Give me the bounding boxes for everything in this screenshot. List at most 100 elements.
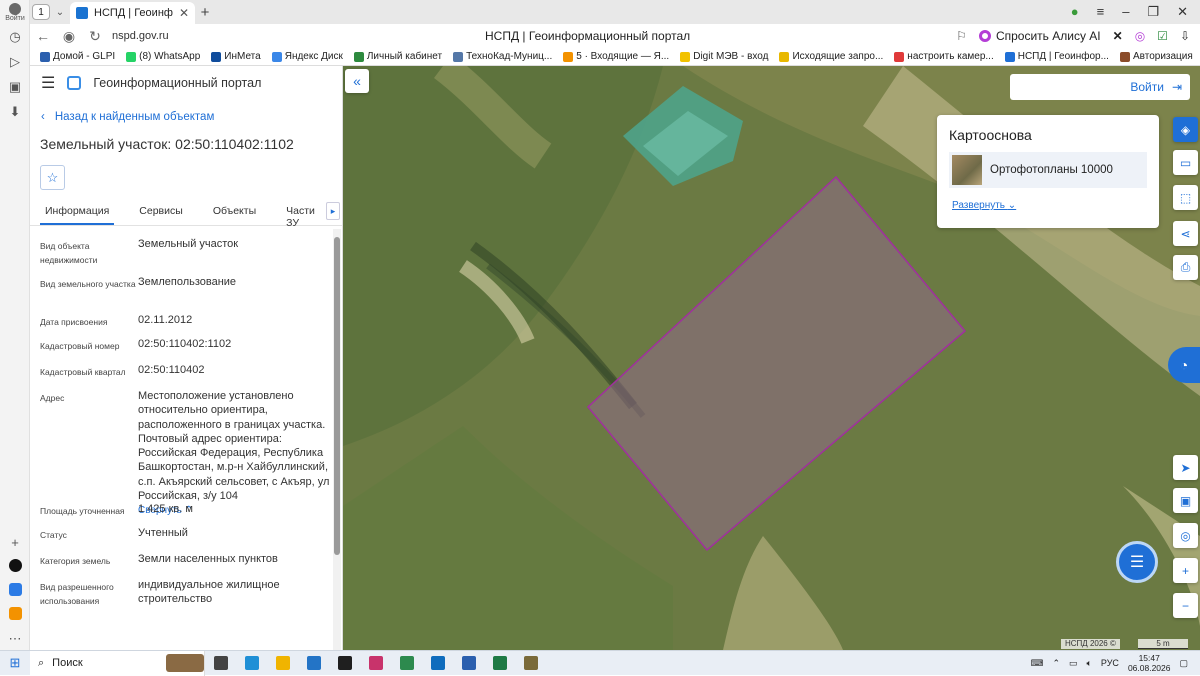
- taskbar-app-icon[interactable]: [453, 651, 484, 676]
- login-icon: ⇥: [1171, 80, 1182, 94]
- new-tab-button[interactable]: +: [195, 4, 215, 21]
- windows-start-icon[interactable]: ⊞: [0, 655, 30, 671]
- extension-x-icon[interactable]: ✕: [1113, 29, 1123, 43]
- login-button[interactable]: Войти ⇥: [1010, 74, 1190, 100]
- back-label: Назад к найденным объектам: [54, 111, 215, 123]
- back-arrow-icon[interactable]: ←: [30, 28, 56, 44]
- extension-circle-icon[interactable]: ◎: [1135, 29, 1145, 43]
- clock[interactable]: 15:47 06.08.2026: [1128, 653, 1171, 673]
- taskbar-app-icon[interactable]: [267, 651, 298, 676]
- tray-chevron-icon[interactable]: ⌃: [1052, 658, 1060, 669]
- keyboard-icon[interactable]: ⌨: [1030, 658, 1043, 669]
- taskbar-app-icon[interactable]: [515, 651, 546, 676]
- zoom-in-button[interactable]: +: [1173, 558, 1198, 583]
- nspd-favicon-icon: [76, 7, 88, 19]
- property-key: Площадь уточненная: [40, 506, 125, 516]
- properties-scrollbar[interactable]: [333, 229, 341, 650]
- collapse-panel-button[interactable]: «: [345, 69, 369, 93]
- tabs-scroll-right-button[interactable]: ▸: [326, 202, 340, 220]
- app-icon-dark[interactable]: [0, 553, 30, 578]
- taskbar-app-icon[interactable]: [236, 651, 267, 676]
- bookmark-item[interactable]: настроить камер...: [894, 51, 994, 62]
- print-tool-button[interactable]: ⎙: [1173, 255, 1198, 280]
- tab-3[interactable]: Части ЗУ: [281, 202, 320, 229]
- play-icon[interactable]: ▷: [0, 49, 30, 74]
- basemap-panel: Картооснова Ортофотопланы 10000 Разверну…: [937, 115, 1159, 228]
- tab-1[interactable]: Сервисы: [134, 202, 188, 225]
- bookmark-item[interactable]: 5 · Входящие — Я...: [563, 51, 669, 62]
- bookmark-item[interactable]: Личный кабинет: [353, 51, 442, 62]
- restore-icon[interactable]: ❐: [1147, 4, 1159, 20]
- add-icon[interactable]: +: [0, 530, 30, 555]
- ruler-tool-button[interactable]: ▭: [1173, 150, 1198, 175]
- bookmark-label: Яндекс Диск: [284, 51, 343, 62]
- speaker-icon[interactable]: 🔈︎: [1087, 658, 1092, 669]
- taskbar-app-icon[interactable]: [360, 651, 391, 676]
- extension-check-icon[interactable]: ☑: [1157, 29, 1168, 43]
- favorite-button[interactable]: ☆: [40, 165, 65, 190]
- tab-0[interactable]: Информация: [40, 202, 115, 225]
- network-icon[interactable]: ▭: [1069, 658, 1078, 669]
- bookmark-icon[interactable]: ⚐: [956, 29, 967, 43]
- zoom-out-button[interactable]: −: [1173, 593, 1198, 618]
- minimize-icon[interactable]: –: [1122, 4, 1129, 20]
- taskbar-app-icon[interactable]: [329, 651, 360, 676]
- scroll-thumb[interactable]: [334, 237, 340, 555]
- bookmark-item[interactable]: Digit МЭВ - вход: [680, 51, 768, 62]
- map-view[interactable]: « Войти ⇥ Картооснова Ортофотопланы 1000…: [343, 66, 1200, 650]
- profile-button[interactable]: Войти: [0, 0, 30, 24]
- bookmark-item[interactable]: Авторизация: [1119, 51, 1193, 62]
- my-location-button[interactable]: ➤: [1173, 455, 1198, 480]
- menu-icon[interactable]: ☰: [41, 73, 55, 93]
- more-icon[interactable]: ⋯: [0, 626, 30, 651]
- bookmark-item[interactable]: НСПД | Геоинфор...: [1004, 51, 1109, 62]
- reload-icon[interactable]: ↻: [82, 28, 108, 45]
- taskbar-app-icon[interactable]: [422, 651, 453, 676]
- taskbar-app-icon[interactable]: [298, 651, 329, 676]
- bookmark-item[interactable]: Исходящие запро...: [779, 51, 883, 62]
- protect-icon[interactable]: ◉: [56, 28, 82, 45]
- taskbar-search[interactable]: ⌕ Поиск: [30, 650, 205, 676]
- bookmark-item[interactable]: ИнМета: [211, 51, 261, 62]
- taskbar-app-icon[interactable]: [484, 651, 515, 676]
- taskbar-app-icon[interactable]: [391, 651, 422, 676]
- taskbar-app-icon[interactable]: [205, 651, 236, 676]
- bookmark-one-icon[interactable]: ▣: [0, 74, 30, 99]
- extension-icon[interactable]: ●: [1071, 4, 1079, 20]
- bookmark-item[interactable]: Яндекс Диск: [271, 51, 343, 62]
- downloads-icon[interactable]: ⬇: [0, 99, 30, 124]
- property-value-text: Учтенный: [138, 527, 188, 539]
- bookmark-item[interactable]: (8) WhatsApp: [126, 51, 200, 62]
- history-icon[interactable]: ◷: [0, 24, 30, 49]
- bookmark-item[interactable]: ТехноКад-Муниц...: [453, 51, 552, 62]
- bookmark-item[interactable]: Домой - GLPI: [40, 51, 115, 62]
- chevron-down-icon[interactable]: ⌄: [50, 7, 70, 18]
- download-icon[interactable]: ⇩: [1180, 29, 1190, 43]
- app-icon: [492, 656, 507, 670]
- app-icon-blue[interactable]: [0, 577, 30, 602]
- select-area-tool-button[interactable]: ⬚: [1173, 185, 1198, 210]
- url-text[interactable]: nspd.gov.ru: [112, 30, 169, 42]
- ask-alice-button[interactable]: Спросить Алису AI: [978, 29, 1101, 43]
- mail-icon[interactable]: [0, 601, 30, 626]
- menu-icon[interactable]: ≡: [1097, 4, 1105, 20]
- double-chevron-left-icon: «: [353, 73, 361, 89]
- basemap-expand-link[interactable]: Развернуть ⌄: [952, 200, 1159, 211]
- tab-counter[interactable]: 1: [32, 4, 50, 20]
- bookmark-favicon-icon: [680, 51, 691, 62]
- basemap-option[interactable]: Ортофотопланы 10000: [949, 152, 1147, 188]
- share-tool-button[interactable]: ⋖: [1173, 221, 1198, 246]
- tab-2[interactable]: Объекты: [208, 202, 261, 225]
- layers-tool-button[interactable]: ◈: [1173, 117, 1198, 142]
- chat-button[interactable]: ☰: [1116, 541, 1158, 583]
- minimap-button[interactable]: ▣: [1173, 488, 1198, 513]
- bookmark-label: Исходящие запро...: [792, 51, 884, 62]
- browser-tab[interactable]: НСПД | Геоинформацио ✕: [70, 2, 195, 24]
- close-window-icon[interactable]: ✕: [1177, 4, 1188, 20]
- notifications-icon[interactable]: ▢: [1179, 658, 1188, 669]
- language-indicator[interactable]: РУС: [1101, 658, 1119, 668]
- close-icon[interactable]: ✕: [179, 6, 189, 20]
- assistant-tab-button[interactable]: ◔: [1168, 347, 1200, 383]
- back-to-results-link[interactable]: ‹ Назад к найденным объектам: [41, 111, 342, 123]
- geo-search-button[interactable]: ◎: [1173, 523, 1198, 548]
